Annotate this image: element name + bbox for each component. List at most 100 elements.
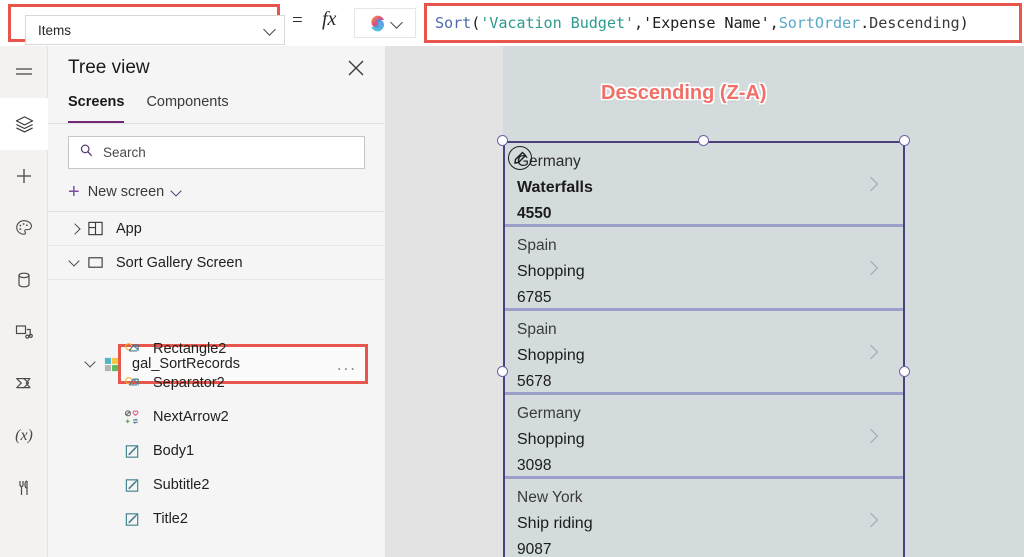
new-screen-button[interactable]: + New screen xyxy=(48,177,385,212)
left-icon-rail: (x) xyxy=(0,46,48,557)
tree-view-panel: Tree view Screens Components Search + Ne… xyxy=(48,46,386,557)
gallery-item-body: 3098 xyxy=(517,457,552,474)
gallery-item[interactable]: Spain Shopping 5678 xyxy=(505,311,903,395)
copilot-button[interactable] xyxy=(354,8,416,38)
gallery-item[interactable]: New York Ship riding 9087 xyxy=(505,479,903,557)
gallery-item-title: New York xyxy=(517,489,583,506)
chevron-right-icon[interactable] xyxy=(866,263,878,275)
chevron-right-icon[interactable] xyxy=(866,179,878,191)
power-apps-studio: Items = fx Sort('Vacation Budget','Expen… xyxy=(0,0,1024,557)
gallery-item-subtitle: Shopping xyxy=(517,263,585,280)
formula-token-punct-open: ( xyxy=(471,14,481,32)
palette-icon xyxy=(14,218,34,238)
tree-node-app[interactable]: App xyxy=(48,212,385,246)
selection-handle-middle-right[interactable] xyxy=(899,366,910,377)
tree-node-label: Body1 xyxy=(153,443,195,459)
gallery-item-title: Germany xyxy=(517,153,581,170)
shape-icon xyxy=(124,341,144,358)
power-automate-icon xyxy=(14,374,34,394)
tree-node-label: App xyxy=(116,220,142,237)
tab-components[interactable]: Components xyxy=(146,94,228,123)
tree-node-body1[interactable]: Body1 xyxy=(48,434,385,468)
chevron-down-icon[interactable] xyxy=(172,187,183,198)
layers-icon xyxy=(14,114,35,135)
rail-item-tree-view[interactable] xyxy=(0,98,48,150)
edit-pen-cursor-icon xyxy=(508,146,532,170)
tree-node-label: Separator2 xyxy=(153,375,225,391)
formula-bar[interactable]: Sort('Vacation Budget','Expense Name',So… xyxy=(429,8,1017,38)
media-icon xyxy=(14,322,34,342)
copilot-icon xyxy=(368,14,387,33)
rail-item-variables[interactable]: (x) xyxy=(0,410,48,462)
tab-screens[interactable]: Screens xyxy=(68,94,125,123)
chevron-right-icon[interactable] xyxy=(866,431,878,443)
tree-search-row: Search xyxy=(48,124,385,177)
gallery-item-title: Spain xyxy=(517,237,557,254)
gallery-item-title: Spain xyxy=(517,321,557,338)
gallery-item[interactable]: Germany Shopping 3098 xyxy=(505,395,903,479)
rail-item-insert[interactable] xyxy=(0,150,48,202)
formula-token-comma-2: , xyxy=(769,14,779,32)
tree-node-label: Sort Gallery Screen xyxy=(116,254,243,271)
chevron-down-icon xyxy=(391,17,403,29)
tree-node-nextarrow2[interactable]: NextArrow2 xyxy=(48,400,385,434)
formula-token-member: Descending xyxy=(869,14,960,32)
search-input[interactable]: Search xyxy=(68,136,365,169)
shape-icon xyxy=(124,375,144,392)
rail-item-power-automate[interactable] xyxy=(0,358,48,410)
formula-token-punct-close: ) xyxy=(959,14,969,32)
gallery-item-subtitle: Shopping xyxy=(517,347,585,364)
search-placeholder: Search xyxy=(103,145,146,160)
rail-item-advanced-tools[interactable] xyxy=(0,462,48,514)
chevron-right-icon[interactable] xyxy=(68,222,82,236)
close-icon[interactable] xyxy=(343,55,369,81)
tree-node-label: Rectangle2 xyxy=(153,341,227,357)
chevron-down-icon xyxy=(264,24,276,36)
plus-icon xyxy=(14,166,34,186)
tree-node-sort-gallery-screen[interactable]: Sort Gallery Screen xyxy=(48,246,385,280)
plus-icon: + xyxy=(68,181,80,203)
formula-token-string-column: 'Expense Name' xyxy=(643,14,770,32)
gallery-item-body: 4550 xyxy=(517,205,552,222)
formula-token-string-table: 'Vacation Budget' xyxy=(480,14,634,32)
screen-icon xyxy=(87,254,107,271)
gallery-gal-sortrecords[interactable]: Germany Waterfalls 4550 Spain Shopping 6… xyxy=(503,141,905,557)
formula-command-bar: Items = fx Sort('Vacation Budget','Expen… xyxy=(0,0,1024,46)
selection-handle-top-left[interactable] xyxy=(497,135,508,146)
rail-item-theme[interactable] xyxy=(0,202,48,254)
tree-node-label: gal_SortRecords xyxy=(132,356,240,372)
gallery-item-body: 6785 xyxy=(517,289,552,306)
formula-token-comma-1: , xyxy=(633,14,644,32)
rail-item-menu[interactable] xyxy=(0,46,48,98)
app-grid-icon xyxy=(87,220,107,237)
selection-handle-top-right[interactable] xyxy=(899,135,910,146)
tree-node-title2[interactable]: Title2 xyxy=(48,502,385,536)
gallery-item-subtitle: Ship riding xyxy=(517,515,593,532)
fx-icon: fx xyxy=(322,8,337,30)
rail-item-data[interactable] xyxy=(0,254,48,306)
tree-view-header: Tree view xyxy=(48,46,385,90)
label-icon xyxy=(124,443,144,460)
tree-node-label: Subtitle2 xyxy=(153,477,210,493)
property-selector-highlight: Items xyxy=(8,4,285,45)
gallery-item[interactable]: Spain Shopping 6785 xyxy=(505,227,903,311)
property-selector-dropdown[interactable]: Items xyxy=(25,15,285,45)
formula-token-enum: SortOrder xyxy=(778,14,861,32)
selection-handle-top-center[interactable] xyxy=(698,135,709,146)
descending-annotation: Descending (Z-A) xyxy=(601,82,767,104)
formula-bar-highlight: Sort('Vacation Budget','Expense Name',So… xyxy=(424,3,1022,43)
chevron-down-icon[interactable] xyxy=(84,357,98,371)
chevron-right-icon[interactable] xyxy=(866,347,878,359)
chevron-right-icon[interactable] xyxy=(866,515,878,527)
formula-token-function: Sort xyxy=(435,14,472,32)
selection-handle-middle-left[interactable] xyxy=(497,366,508,377)
icon-set-icon xyxy=(124,409,144,426)
tools-icon xyxy=(14,478,34,498)
tree-node-subtitle2[interactable]: Subtitle2 xyxy=(48,468,385,502)
chevron-down-icon[interactable] xyxy=(68,256,82,270)
rail-item-media[interactable] xyxy=(0,306,48,358)
formula-text: Sort('Vacation Budget','Expense Name',So… xyxy=(435,14,969,32)
gallery-item[interactable]: Germany Waterfalls 4550 xyxy=(505,143,903,227)
gallery-item-body: 9087 xyxy=(517,541,552,557)
page-title: Tree view xyxy=(68,57,150,78)
